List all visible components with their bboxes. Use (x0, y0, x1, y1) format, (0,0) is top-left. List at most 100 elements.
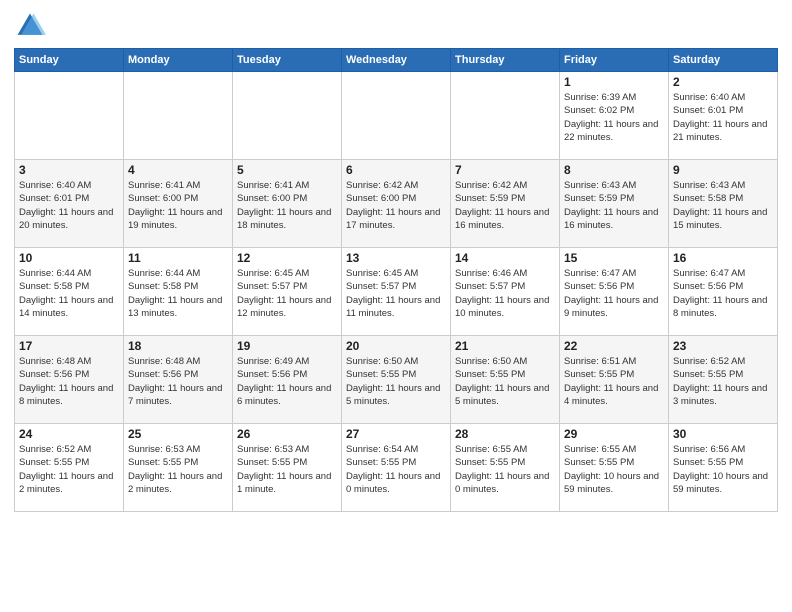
weekday-header-tuesday: Tuesday (233, 49, 342, 72)
day-number: 12 (237, 251, 337, 265)
day-number: 16 (673, 251, 773, 265)
calendar-cell (124, 72, 233, 160)
calendar-cell: 1 Sunrise: 6:39 AMSunset: 6:02 PMDaylight… (560, 72, 669, 160)
logo-icon (14, 10, 46, 42)
day-info: Sunrise: 6:41 AMSunset: 6:00 PMDaylight:… (237, 179, 337, 232)
day-info: Sunrise: 6:42 AMSunset: 5:59 PMDaylight:… (455, 179, 555, 232)
day-number: 8 (564, 163, 664, 177)
day-info: Sunrise: 6:49 AMSunset: 5:56 PMDaylight:… (237, 355, 337, 408)
calendar-cell: 17 Sunrise: 6:48 AMSunset: 5:56 PMDayligh… (15, 336, 124, 424)
calendar-cell: 13 Sunrise: 6:45 AMSunset: 5:57 PMDayligh… (342, 248, 451, 336)
day-info: Sunrise: 6:55 AMSunset: 5:55 PMDaylight:… (564, 443, 664, 496)
weekday-header-friday: Friday (560, 49, 669, 72)
day-info: Sunrise: 6:51 AMSunset: 5:55 PMDaylight:… (564, 355, 664, 408)
calendar-cell: 14Sunrise: 6:46 AMSunset: 5:57 PMDayligh… (451, 248, 560, 336)
day-number: 22 (564, 339, 664, 353)
calendar-cell (15, 72, 124, 160)
calendar-cell: 8 Sunrise: 6:43 AMSunset: 5:59 PMDaylight… (560, 160, 669, 248)
day-info: Sunrise: 6:41 AMSunset: 6:00 PMDaylight:… (128, 179, 228, 232)
calendar-cell: 20 Sunrise: 6:50 AMSunset: 5:55 PMDayligh… (342, 336, 451, 424)
day-info: Sunrise: 6:40 AMSunset: 6:01 PMDaylight:… (19, 179, 119, 232)
calendar-cell: 9Sunrise: 6:43 AMSunset: 5:58 PMDaylight… (669, 160, 778, 248)
calendar-cell: 24 Sunrise: 6:52 AMSunset: 5:55 PMDayligh… (15, 424, 124, 512)
day-info: Sunrise: 6:44 AMSunset: 5:58 PMDaylight:… (19, 267, 119, 320)
calendar-cell: 23Sunrise: 6:52 AMSunset: 5:55 PMDayligh… (669, 336, 778, 424)
calendar-cell: 5Sunrise: 6:41 AMSunset: 6:00 PMDaylight… (233, 160, 342, 248)
calendar-cell (342, 72, 451, 160)
day-number: 15 (564, 251, 664, 265)
calendar-cell: 25 Sunrise: 6:53 AMSunset: 5:55 PMDayligh… (124, 424, 233, 512)
weekday-header-wednesday: Wednesday (342, 49, 451, 72)
calendar-cell: 29 Sunrise: 6:55 AMSunset: 5:55 PMDayligh… (560, 424, 669, 512)
day-number: 6 (346, 163, 446, 177)
calendar-cell (233, 72, 342, 160)
day-info: Sunrise: 6:53 AMSunset: 5:55 PMDaylight:… (128, 443, 228, 496)
day-info: Sunrise: 6:55 AMSunset: 5:55 PMDaylight:… (455, 443, 555, 496)
weekday-header-thursday: Thursday (451, 49, 560, 72)
day-info: Sunrise: 6:48 AMSunset: 5:56 PMDaylight:… (128, 355, 228, 408)
calendar-cell: 2 Sunrise: 6:40 AMSunset: 6:01 PMDaylight… (669, 72, 778, 160)
calendar-cell: 12Sunrise: 6:45 AMSunset: 5:57 PMDayligh… (233, 248, 342, 336)
day-number: 24 (19, 427, 119, 441)
day-info: Sunrise: 6:50 AMSunset: 5:55 PMDaylight:… (346, 355, 446, 408)
day-info: Sunrise: 6:44 AMSunset: 5:58 PMDaylight:… (128, 267, 228, 320)
weekday-header-sunday: Sunday (15, 49, 124, 72)
day-info: Sunrise: 6:40 AMSunset: 6:01 PMDaylight:… (673, 91, 773, 144)
day-info: Sunrise: 6:48 AMSunset: 5:56 PMDaylight:… (19, 355, 119, 408)
day-info: Sunrise: 6:47 AMSunset: 5:56 PMDaylight:… (564, 267, 664, 320)
calendar-cell: 10 Sunrise: 6:44 AMSunset: 5:58 PMDayligh… (15, 248, 124, 336)
page: SundayMondayTuesdayWednesdayThursdayFrid… (0, 0, 792, 522)
day-number: 30 (673, 427, 773, 441)
calendar-cell: 27 Sunrise: 6:54 AMSunset: 5:55 PMDayligh… (342, 424, 451, 512)
calendar-cell: 30Sunrise: 6:56 AMSunset: 5:55 PMDayligh… (669, 424, 778, 512)
day-info: Sunrise: 6:53 AMSunset: 5:55 PMDaylight:… (237, 443, 337, 496)
week-row-5: 24 Sunrise: 6:52 AMSunset: 5:55 PMDayligh… (15, 424, 778, 512)
day-number: 28 (455, 427, 555, 441)
day-info: Sunrise: 6:54 AMSunset: 5:55 PMDaylight:… (346, 443, 446, 496)
calendar-cell: 19 Sunrise: 6:49 AMSunset: 5:56 PMDayligh… (233, 336, 342, 424)
day-number: 20 (346, 339, 446, 353)
week-row-3: 10 Sunrise: 6:44 AMSunset: 5:58 PMDayligh… (15, 248, 778, 336)
day-info: Sunrise: 6:47 AMSunset: 5:56 PMDaylight:… (673, 267, 773, 320)
day-number: 21 (455, 339, 555, 353)
weekday-header-row: SundayMondayTuesdayWednesdayThursdayFrid… (15, 49, 778, 72)
day-number: 29 (564, 427, 664, 441)
week-row-1: 1 Sunrise: 6:39 AMSunset: 6:02 PMDaylight… (15, 72, 778, 160)
day-number: 26 (237, 427, 337, 441)
day-number: 11 (128, 251, 228, 265)
calendar-cell: 22 Sunrise: 6:51 AMSunset: 5:55 PMDayligh… (560, 336, 669, 424)
day-number: 23 (673, 339, 773, 353)
day-info: Sunrise: 6:39 AMSunset: 6:02 PMDaylight:… (564, 91, 664, 144)
day-info: Sunrise: 6:43 AMSunset: 5:59 PMDaylight:… (564, 179, 664, 232)
week-row-4: 17 Sunrise: 6:48 AMSunset: 5:56 PMDayligh… (15, 336, 778, 424)
weekday-header-monday: Monday (124, 49, 233, 72)
calendar-cell: 28 Sunrise: 6:55 AMSunset: 5:55 PMDayligh… (451, 424, 560, 512)
day-number: 13 (346, 251, 446, 265)
day-info: Sunrise: 6:50 AMSunset: 5:55 PMDaylight:… (455, 355, 555, 408)
day-number: 17 (19, 339, 119, 353)
day-number: 18 (128, 339, 228, 353)
day-info: Sunrise: 6:52 AMSunset: 5:55 PMDaylight:… (19, 443, 119, 496)
calendar: SundayMondayTuesdayWednesdayThursdayFrid… (14, 48, 778, 512)
calendar-cell: 21 Sunrise: 6:50 AMSunset: 5:55 PMDayligh… (451, 336, 560, 424)
calendar-cell: 18 Sunrise: 6:48 AMSunset: 5:56 PMDayligh… (124, 336, 233, 424)
day-number: 3 (19, 163, 119, 177)
day-number: 25 (128, 427, 228, 441)
day-number: 1 (564, 75, 664, 89)
day-number: 2 (673, 75, 773, 89)
week-row-2: 3 Sunrise: 6:40 AMSunset: 6:01 PMDaylight… (15, 160, 778, 248)
day-info: Sunrise: 6:46 AMSunset: 5:57 PMDaylight:… (455, 267, 555, 320)
day-number: 10 (19, 251, 119, 265)
logo (14, 10, 50, 42)
calendar-cell: 6 Sunrise: 6:42 AMSunset: 6:00 PMDaylight… (342, 160, 451, 248)
calendar-cell: 11 Sunrise: 6:44 AMSunset: 5:58 PMDayligh… (124, 248, 233, 336)
day-number: 7 (455, 163, 555, 177)
day-number: 27 (346, 427, 446, 441)
day-number: 19 (237, 339, 337, 353)
calendar-cell: 7 Sunrise: 6:42 AMSunset: 5:59 PMDaylight… (451, 160, 560, 248)
calendar-cell: 26 Sunrise: 6:53 AMSunset: 5:55 PMDayligh… (233, 424, 342, 512)
day-info: Sunrise: 6:45 AMSunset: 5:57 PMDaylight:… (346, 267, 446, 320)
day-info: Sunrise: 6:43 AMSunset: 5:58 PMDaylight:… (673, 179, 773, 232)
day-info: Sunrise: 6:42 AMSunset: 6:00 PMDaylight:… (346, 179, 446, 232)
calendar-cell: 4Sunrise: 6:41 AMSunset: 6:00 PMDaylight… (124, 160, 233, 248)
